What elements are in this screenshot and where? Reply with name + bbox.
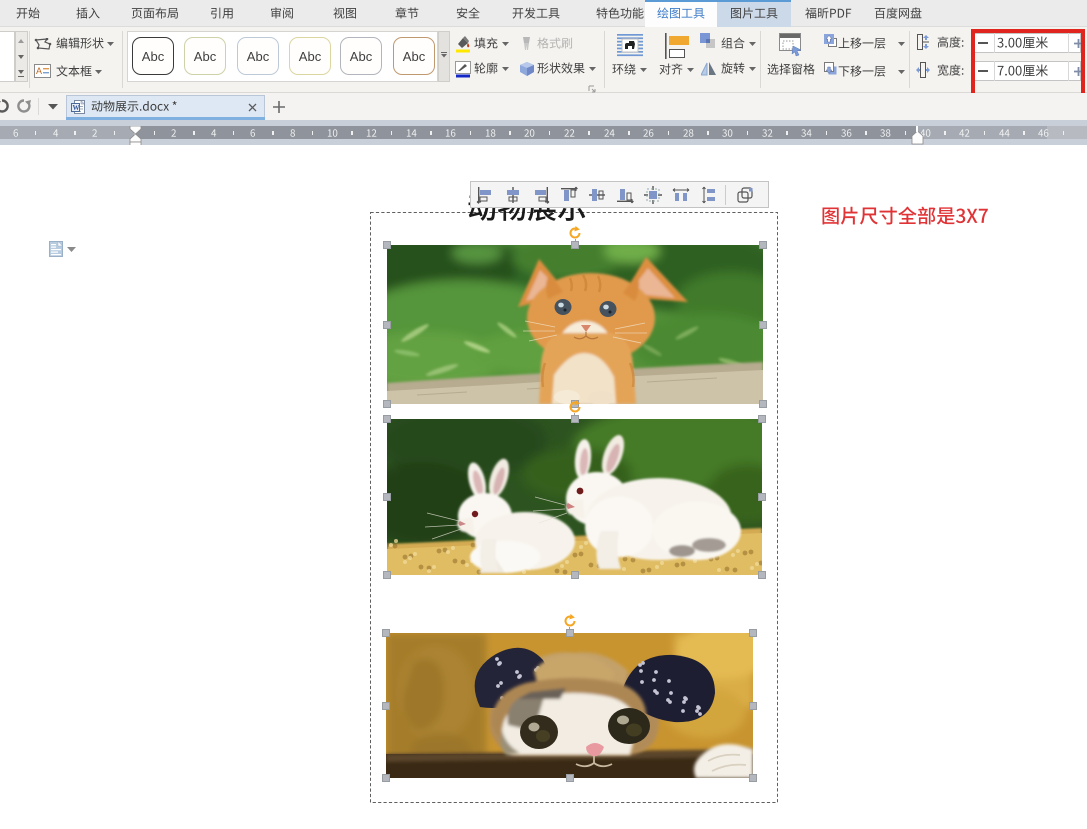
- svg-text:W: W: [73, 104, 80, 112]
- svg-text:A: A: [36, 66, 42, 76]
